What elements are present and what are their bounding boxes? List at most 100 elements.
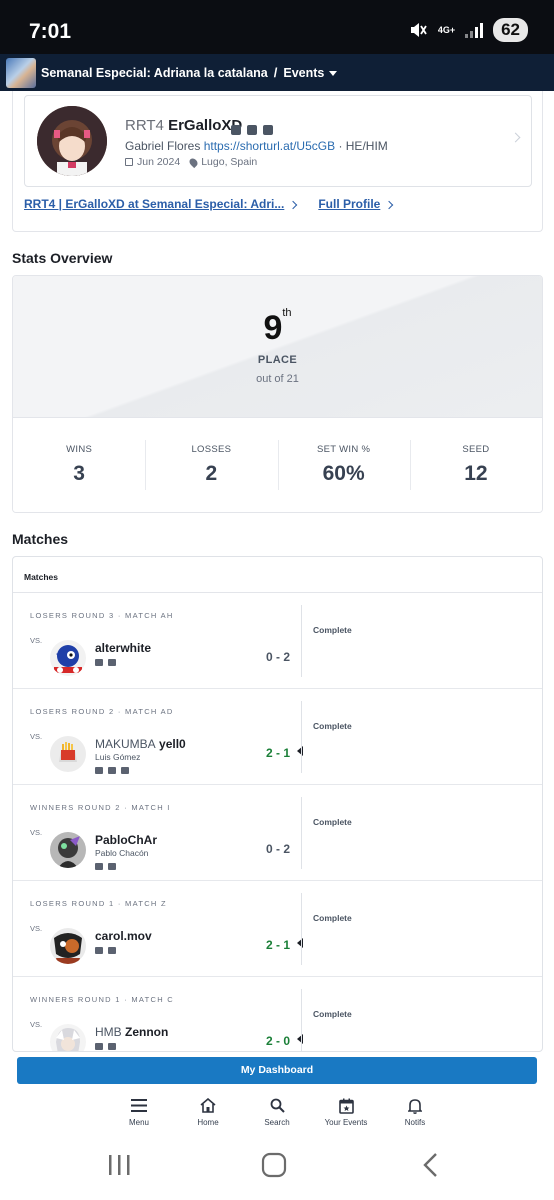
twitch-icon[interactable] xyxy=(95,947,103,954)
row-divider xyxy=(301,605,302,677)
match-round: LOSERS ROUND 2 · MATCH AD xyxy=(30,707,174,716)
placement-label: PLACE xyxy=(257,354,298,366)
match-status: Complete xyxy=(313,817,352,827)
stat-label: LOSSES xyxy=(191,444,232,455)
discord-icon[interactable] xyxy=(108,1043,116,1050)
opponent-prefix: HMB xyxy=(95,1025,122,1039)
matches-card: Matches LOSERS ROUND 3 · MATCH AH VS. al… xyxy=(12,556,543,1052)
back-icon[interactable] xyxy=(423,1153,437,1177)
profile-card[interactable]: RRT4 ErGalloXD Gabriel Flores https://sh… xyxy=(24,95,532,187)
discord-icon[interactable] xyxy=(95,863,103,870)
opponent-name[interactable]: MAKUMBA yell0 xyxy=(95,737,186,751)
search-icon xyxy=(243,1097,312,1114)
event-title[interactable]: Semanal Especial: Adriana la catalana xyxy=(41,66,268,80)
home-system-icon[interactable] xyxy=(261,1152,287,1178)
location: Lugo, Spain xyxy=(201,156,258,168)
opponent-tag: PabloChAr xyxy=(95,833,158,847)
profile-meta: Jun 2024 Lugo, Spain xyxy=(125,156,257,168)
vs-label: VS. xyxy=(30,828,43,837)
nav-notifs[interactable]: Notifs xyxy=(381,1090,450,1132)
match-status: Complete xyxy=(313,625,352,635)
nav-your-events[interactable]: Your Events xyxy=(312,1090,381,1132)
placement-panel: 9th PLACE out of 21 xyxy=(13,276,542,417)
nav-menu[interactable]: Menu xyxy=(105,1090,174,1132)
opponent-avatar xyxy=(50,1024,86,1051)
opponent-name[interactable]: HMB Zennon xyxy=(95,1025,168,1039)
joined-date: Jun 2024 xyxy=(137,156,181,168)
match-row[interactable]: LOSERS ROUND 2 · MATCH AD VS. MAKUMBA ye… xyxy=(13,689,542,785)
vs-label: VS. xyxy=(30,1020,43,1029)
nav-search[interactable]: Search xyxy=(243,1090,312,1132)
calendar-star-icon xyxy=(312,1097,381,1114)
chevron-right-icon xyxy=(510,132,521,143)
discord-icon[interactable] xyxy=(263,125,273,135)
vs-label: VS. xyxy=(30,924,43,933)
match-round: WINNERS ROUND 2 · MATCH I xyxy=(30,803,171,812)
vs-label: VS. xyxy=(30,636,43,645)
chevron-right-icon xyxy=(289,200,298,210)
my-dashboard-button[interactable]: My Dashboard xyxy=(17,1057,537,1084)
stat-label: SET WIN % xyxy=(317,444,371,455)
bell-icon xyxy=(381,1097,450,1114)
nav-label: Notifs xyxy=(404,1118,426,1127)
nav-label: Search xyxy=(264,1118,290,1127)
opponent-socials xyxy=(95,659,116,666)
match-row[interactable]: WINNERS ROUND 2 · MATCH I VS. PabloChAr … xyxy=(13,785,542,881)
nav-home[interactable]: Home xyxy=(174,1090,243,1132)
placement-subtitle: out of 21 xyxy=(256,373,299,385)
twitch-icon[interactable] xyxy=(95,1043,103,1050)
stat-label: WINS xyxy=(66,444,93,455)
stat-wins: WINS 3 xyxy=(13,418,145,512)
entrant-link-text[interactable]: RRT4 | ErGalloXD at Semanal Especial: Ad… xyxy=(24,197,284,211)
match-score: 2 - 1 xyxy=(266,746,291,760)
mute-icon xyxy=(410,23,427,37)
full-profile-link-text[interactable]: Full Profile xyxy=(318,197,380,211)
profile-url-link[interactable]: https://shorturl.at/U5cGB xyxy=(204,139,335,153)
discord-icon[interactable] xyxy=(108,659,116,666)
location-pin-icon xyxy=(188,156,200,168)
battery-indicator: 62 xyxy=(493,18,528,42)
match-row[interactable]: WINNERS ROUND 1 · MATCH C VS. HMB Zennon… xyxy=(13,977,542,1051)
discord-icon[interactable] xyxy=(121,767,129,774)
real-name: Gabriel Flores xyxy=(125,139,201,153)
events-dropdown[interactable]: Events xyxy=(283,66,338,80)
vs-label: VS. xyxy=(30,732,43,741)
breadcrumb-separator: / xyxy=(273,65,278,80)
stats-section-title: Stats Overview xyxy=(12,250,113,266)
match-score: 0 - 2 xyxy=(266,650,291,664)
profile-links: RRT4 | ErGalloXD at Semanal Especial: Ad… xyxy=(24,197,394,211)
nav-label: Home xyxy=(197,1118,219,1127)
twitter-icon[interactable] xyxy=(108,767,116,774)
opponent-avatar xyxy=(50,832,86,868)
row-divider xyxy=(301,701,302,773)
match-row[interactable]: LOSERS ROUND 1 · MATCH Z VS. carol.mov 2… xyxy=(13,881,542,977)
opponent-name[interactable]: PabloChAr xyxy=(95,833,157,847)
twitter-icon[interactable] xyxy=(95,659,103,666)
twitch-icon[interactable] xyxy=(231,125,241,135)
entrant-link[interactable]: RRT4 | ErGalloXD at Semanal Especial: Ad… xyxy=(24,197,298,211)
bottom-navigation: Menu Home Search Your Events Notifs xyxy=(0,1090,554,1132)
match-score: 0 - 2 xyxy=(266,842,291,856)
opponent-name[interactable]: alterwhite xyxy=(95,641,151,655)
twitter-icon[interactable] xyxy=(108,863,116,870)
twitch-icon[interactable] xyxy=(95,767,103,774)
opponent-name[interactable]: carol.mov xyxy=(95,929,152,943)
nav-label: Menu xyxy=(128,1118,149,1127)
stat-value: 60% xyxy=(322,462,365,485)
recent-apps-icon[interactable] xyxy=(109,1155,130,1175)
chevron-right-icon xyxy=(385,200,394,210)
profile-details: Gabriel Flores https://shorturl.at/U5cGB… xyxy=(125,139,388,153)
match-row[interactable]: LOSERS ROUND 3 · MATCH AH VS. alterwhite… xyxy=(13,593,542,689)
opponent-avatar xyxy=(50,736,86,772)
opponent-avatar xyxy=(50,928,86,964)
matches-header: Matches xyxy=(13,557,542,593)
twitter-icon[interactable] xyxy=(108,947,116,954)
match-round: LOSERS ROUND 1 · MATCH Z xyxy=(30,899,167,908)
opponent-socials xyxy=(95,863,116,870)
event-thumbnail[interactable] xyxy=(6,57,36,88)
stat-value: 3 xyxy=(73,462,85,485)
winner-indicator-icon xyxy=(297,1034,303,1044)
twitter-icon[interactable] xyxy=(247,125,257,135)
full-profile-link[interactable]: Full Profile xyxy=(318,197,394,211)
system-navigation-bar xyxy=(0,1140,554,1200)
